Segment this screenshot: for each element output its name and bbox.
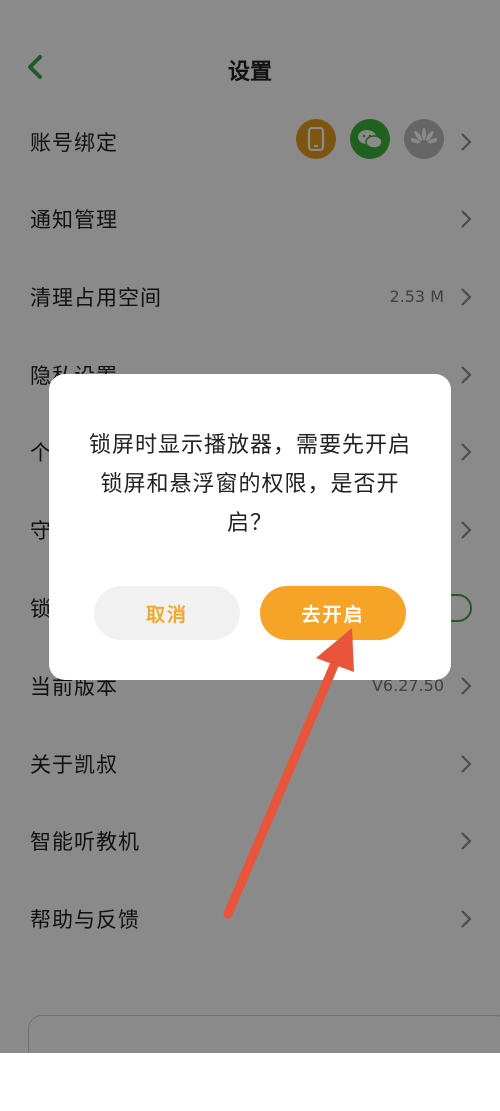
permission-dialog: 锁屏时显示播放器，需要先开启锁屏和悬浮窗的权限，是否开启？ 取消 去开启 (49, 374, 451, 680)
dialog-message: 锁屏时显示播放器，需要先开启锁屏和悬浮窗的权限，是否开启？ (88, 433, 411, 536)
cancel-button[interactable]: 取消 (94, 586, 240, 640)
enable-button[interactable]: 去开启 (260, 586, 406, 640)
